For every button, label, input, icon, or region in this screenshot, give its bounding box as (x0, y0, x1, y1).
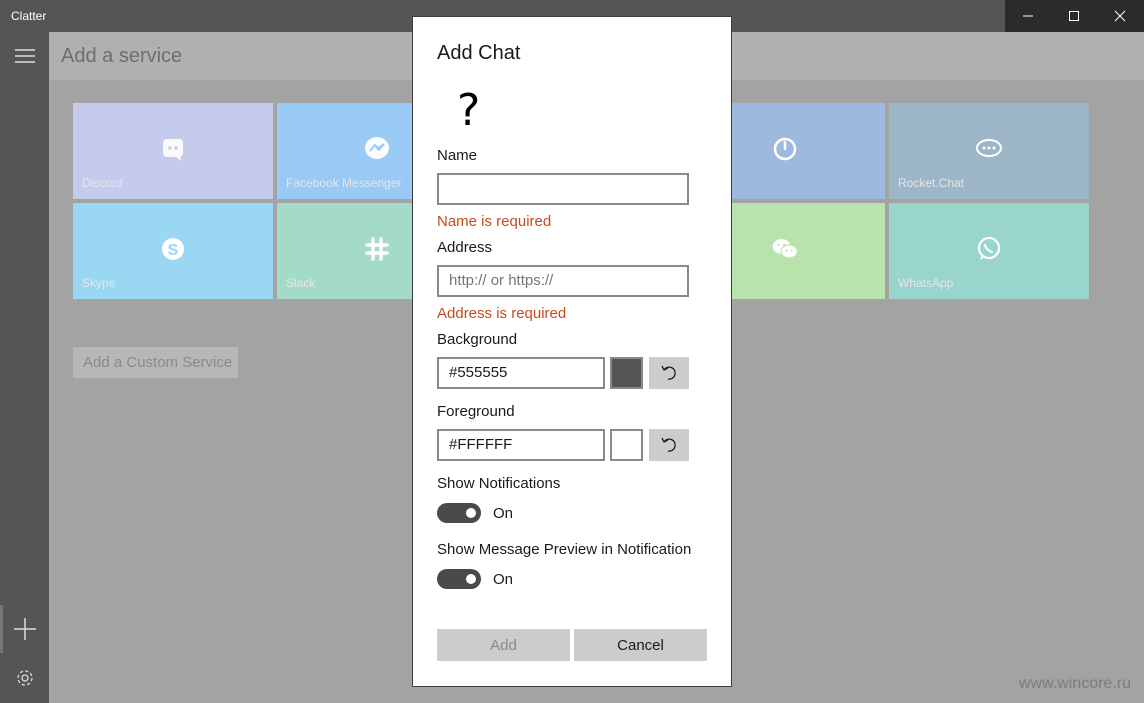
page-title: Add a service (61, 45, 183, 67)
tile-label: Slack (286, 276, 316, 290)
maximize-button[interactable] (1051, 0, 1097, 32)
add-chat-dialog: Add Chat ? Name Name is required Address… (412, 16, 732, 687)
skype-icon: S (159, 235, 187, 263)
name-label: Name (437, 147, 478, 164)
show-notifications-state: On (493, 505, 514, 522)
tile-rocket-chat[interactable]: Rocket.Chat (889, 103, 1089, 199)
tile-label: WhatsApp (898, 276, 954, 290)
sidebar (0, 32, 49, 703)
background-label: Background (437, 331, 518, 348)
show-preview-label: Show Message Preview in Notification (437, 541, 692, 558)
minimize-button[interactable] (1005, 0, 1051, 32)
wechat-icon (771, 235, 799, 263)
show-notifications-toggle[interactable] (437, 503, 481, 523)
tile-label: Discord (82, 176, 123, 190)
name-input[interactable] (437, 173, 689, 205)
show-preview-toggle[interactable] (437, 569, 481, 589)
watermark: www.wincore.ru (1018, 675, 1131, 692)
close-icon (1114, 10, 1126, 22)
app-title: Clatter (11, 9, 47, 23)
toggle-knob (466, 508, 476, 518)
add-custom-service-button[interactable]: Add a Custom Service (73, 347, 238, 378)
address-input[interactable]: http:// or https:// (437, 265, 689, 297)
rocketchat-icon (975, 135, 1003, 163)
messenger-icon (363, 135, 391, 163)
tile-whatsapp[interactable]: WhatsApp (889, 203, 1089, 299)
name-error: Name is required (437, 213, 552, 230)
window-controls (1005, 0, 1144, 32)
svg-text:S: S (168, 242, 179, 259)
foreground-reset-button[interactable] (649, 429, 689, 461)
settings-nav-button[interactable] (0, 656, 49, 700)
tile-discord[interactable]: Discord (73, 103, 273, 199)
foreground-color-swatch[interactable] (610, 429, 643, 461)
slack-icon (363, 235, 391, 263)
tile-label: Facebook Messenger (286, 176, 402, 190)
mattermost-icon (771, 135, 799, 163)
background-color-input[interactable]: #555555 (437, 357, 605, 389)
background-color-swatch[interactable] (610, 357, 643, 389)
foreground-color-input[interactable]: #FFFFFF (437, 429, 605, 461)
show-preview-state: On (493, 571, 514, 588)
address-error: Address is required (437, 305, 567, 322)
tile-skype[interactable]: S Skype (73, 203, 273, 299)
tile-label: Skype (82, 276, 116, 290)
foreground-label: Foreground (437, 403, 515, 420)
maximize-icon (1069, 11, 1079, 21)
whatsapp-icon (975, 235, 1003, 263)
cancel-button[interactable]: Cancel (574, 629, 707, 661)
service-icon-placeholder: ? (457, 85, 481, 136)
discord-icon (159, 135, 187, 163)
address-label: Address (437, 239, 493, 256)
dialog-title: Add Chat (437, 42, 521, 64)
hamburger-icon (14, 49, 35, 63)
plus-icon (13, 618, 36, 640)
close-button[interactable] (1097, 0, 1143, 32)
add-service-nav-button[interactable] (0, 605, 49, 653)
undo-icon (661, 365, 676, 380)
gear-icon (16, 670, 33, 686)
toggle-knob (466, 574, 476, 584)
undo-icon (661, 437, 676, 452)
minimize-icon (1023, 15, 1033, 17)
menu-button[interactable] (0, 32, 49, 80)
add-button[interactable]: Add (437, 629, 570, 661)
background-reset-button[interactable] (649, 357, 689, 389)
tile-label: Rocket.Chat (898, 176, 965, 190)
show-notifications-label: Show Notifications (437, 475, 561, 492)
